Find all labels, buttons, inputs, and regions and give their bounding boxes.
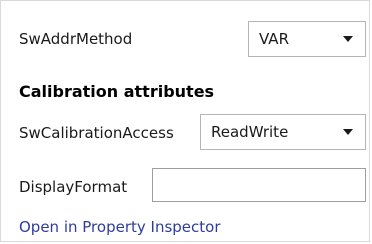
swaddr-method-label: SwAddrMethod [19, 30, 133, 48]
swaddr-method-selected-value: VAR [259, 30, 289, 48]
display-format-input[interactable] [152, 168, 366, 202]
calibration-attributes-heading: Calibration attributes [19, 82, 215, 101]
chevron-down-icon [343, 36, 353, 42]
property-panel: SwAddrMethod VAR Calibration attributes … [0, 0, 370, 242]
sw-calibration-access-label: SwCalibrationAccess [19, 124, 174, 142]
sw-calibration-access-dropdown[interactable]: ReadWrite [200, 114, 366, 150]
sw-calibration-access-selected-value: ReadWrite [211, 123, 289, 141]
display-format-label: DisplayFormat [19, 178, 128, 196]
chevron-down-icon [343, 129, 353, 135]
swaddr-method-dropdown[interactable]: VAR [248, 21, 366, 57]
open-property-inspector-link[interactable]: Open in Property Inspector [19, 217, 220, 237]
